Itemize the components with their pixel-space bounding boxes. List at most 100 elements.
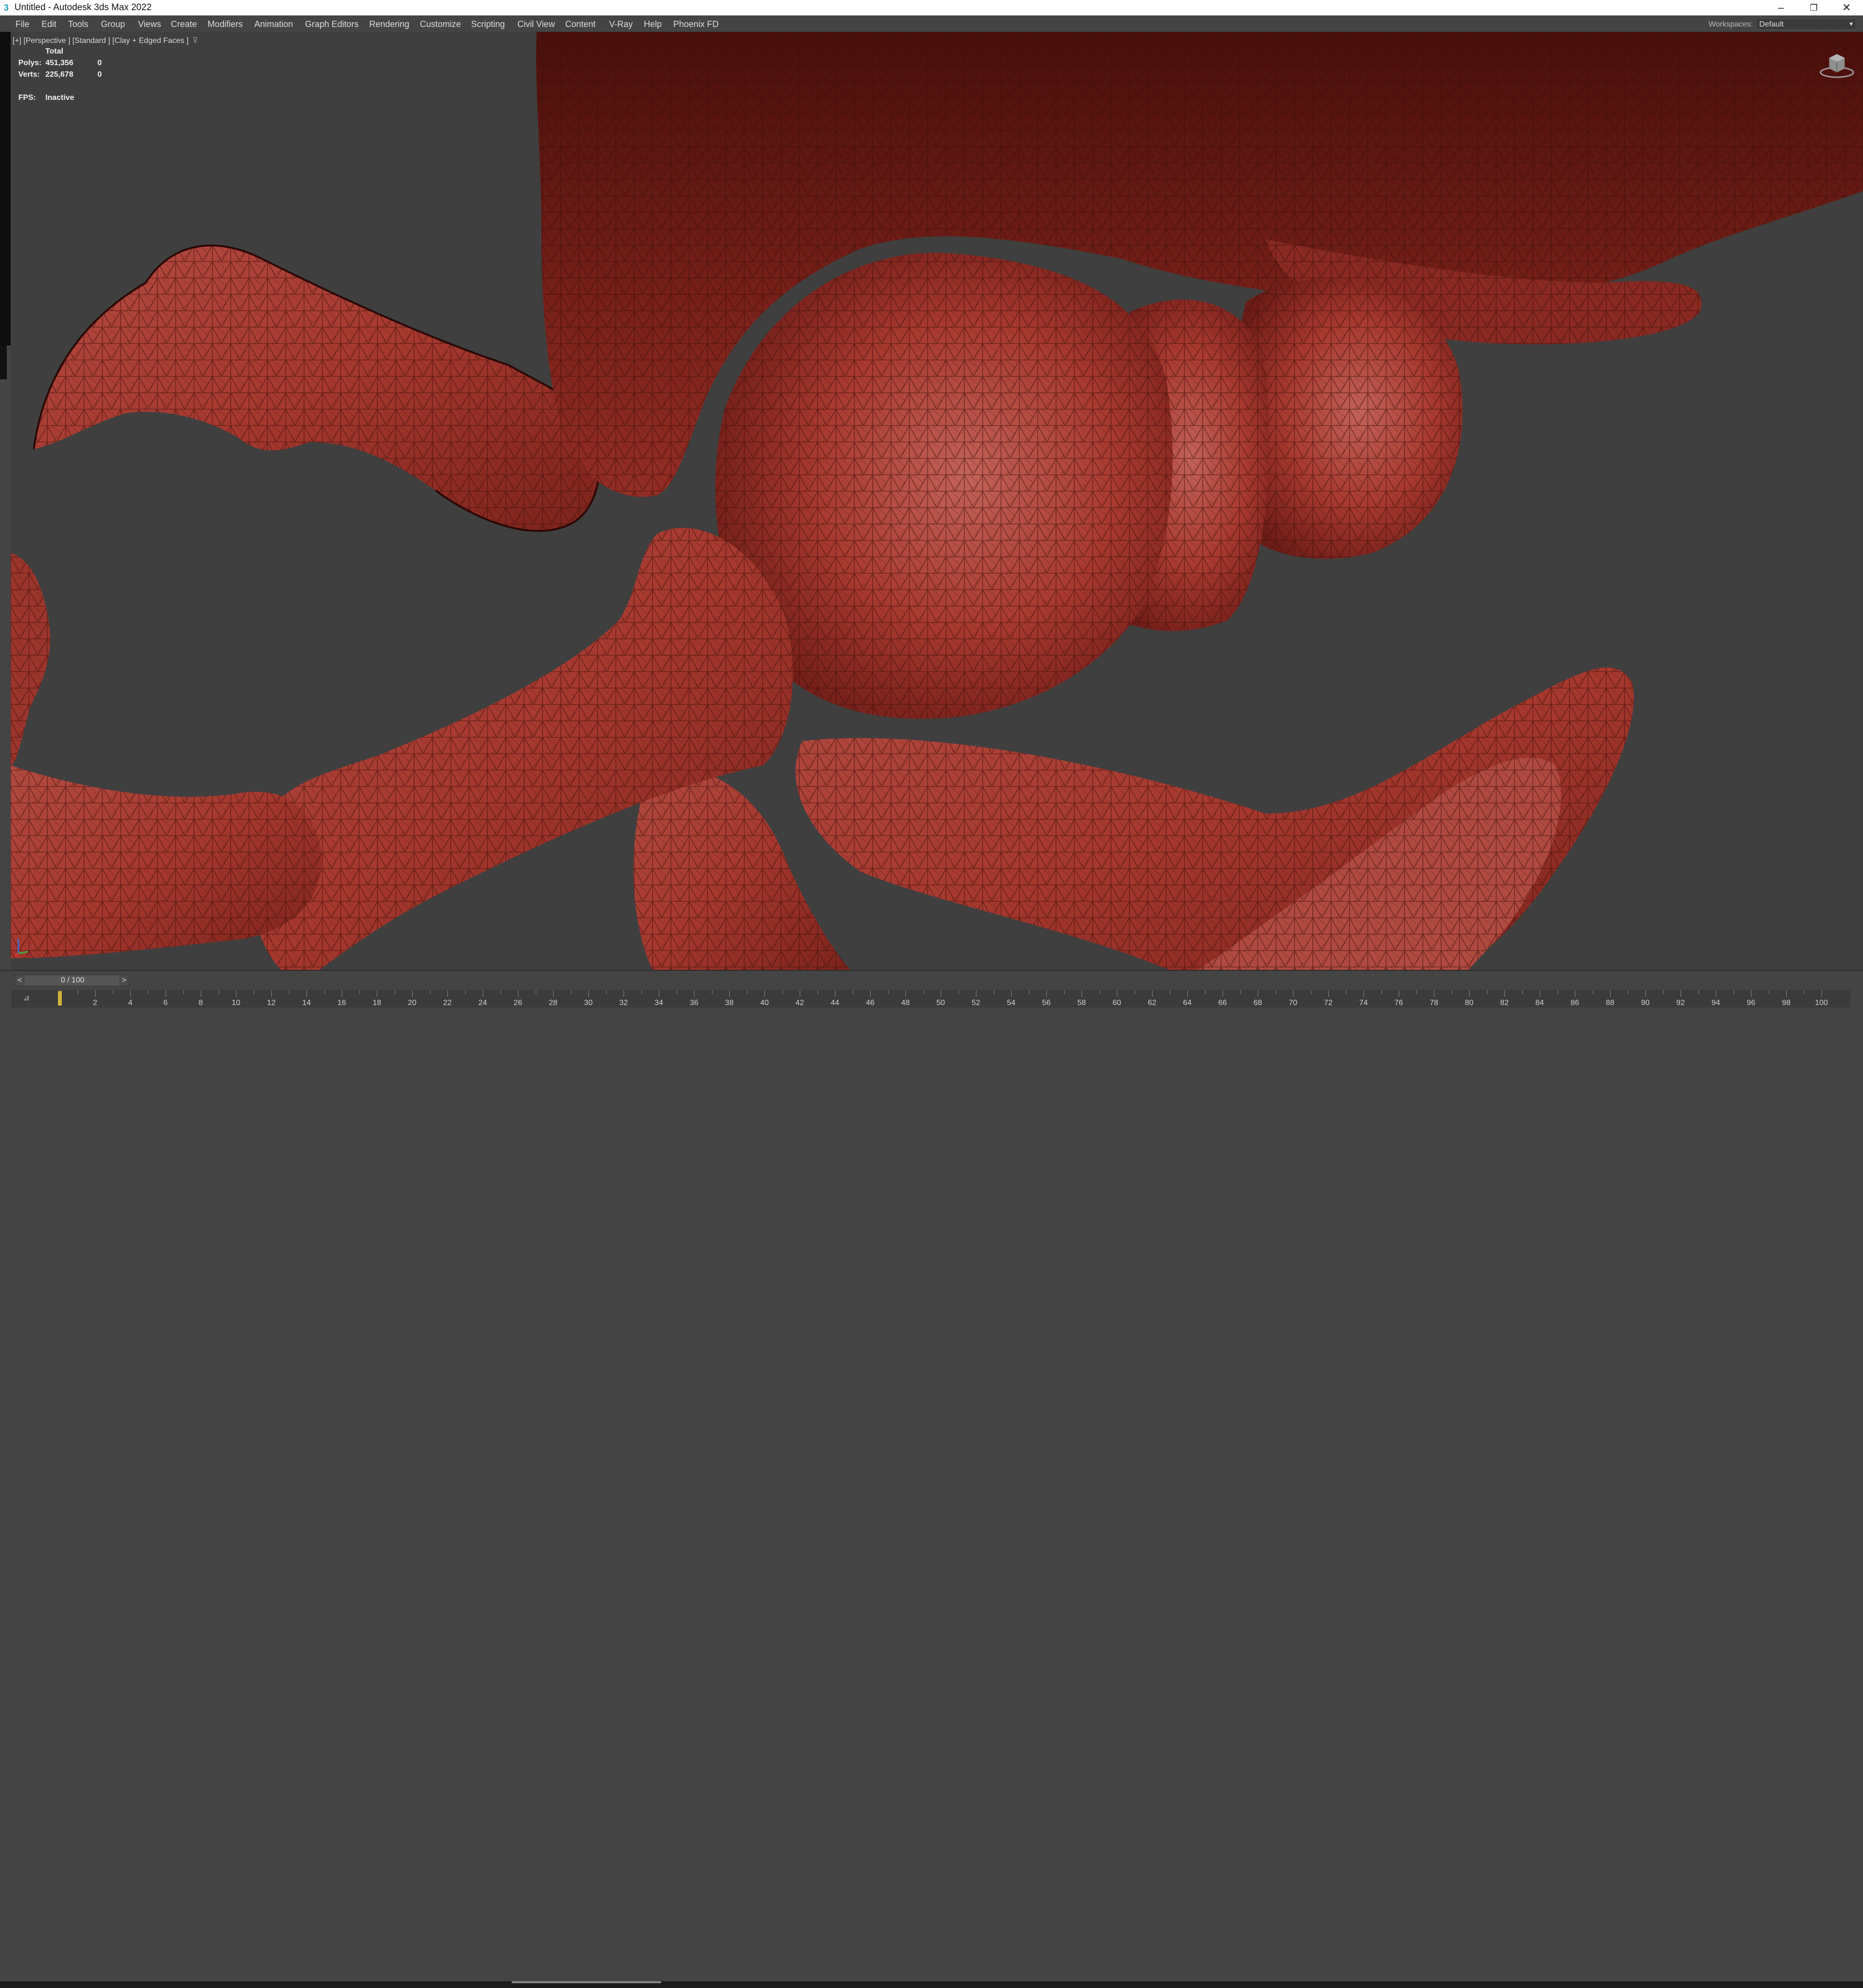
left-dark-panel [0,32,11,345]
tick-label: 74 [1359,999,1368,1007]
perspective-viewport[interactable]: [+] [Perspective ] [Standard ] [Clay + E… [11,32,1863,970]
tick-label: 42 [795,999,804,1007]
polys-total: 451,356 [45,59,73,67]
tick-mark [1786,990,1787,997]
menu-phoenix-fd[interactable]: Phoenix FD [673,19,719,29]
tick-mark-minor [1099,990,1100,994]
verts-total: 225,678 [45,70,73,79]
next-frame-button[interactable]: > [119,975,129,986]
viewport-label[interactable]: [+] [Perspective ] [Standard ] [Clay + E… [13,36,198,45]
menu-group[interactable]: Group [101,19,125,29]
tick-label: 84 [1535,999,1544,1007]
mesh-scene [11,32,1863,970]
tick-mark-minor [465,990,466,994]
tick-mark [1046,990,1047,997]
menu-create[interactable]: Create [171,19,197,29]
current-frame-marker[interactable] [58,991,62,1006]
tick-label: 68 [1253,999,1262,1007]
tick-label: 52 [972,999,980,1007]
close-button[interactable]: ✕ [1830,0,1863,15]
tick-mark [905,990,906,997]
tick-label: 94 [1711,999,1720,1007]
tick-label: 80 [1465,999,1474,1007]
tick-label: 34 [654,999,663,1007]
tick-mark-minor [1487,990,1488,994]
tick-label: 18 [373,999,381,1007]
polys-label: Polys: [18,59,42,67]
track-bar[interactable]: ⊿ 02468101214161820222426283032343638404… [12,990,1850,1008]
tick-label: 24 [478,999,487,1007]
tick-label: 8 [198,999,203,1007]
tick-mark [1011,990,1012,997]
tick-mark-minor [641,990,642,994]
tick-mark-minor [1064,990,1065,994]
tick-label: 26 [514,999,522,1007]
tick-label: 78 [1430,999,1438,1007]
viewport-label-text[interactable]: [+] [Perspective ] [Standard ] [Clay + E… [13,37,189,45]
workspaces-label: Workspaces: [1708,20,1753,28]
tick-mark [95,990,96,997]
tick-mark [588,990,589,997]
menu-modifiers[interactable]: Modifiers [208,19,243,29]
tick-label: 56 [1042,999,1051,1007]
menu-customize[interactable]: Customize [420,19,461,29]
tick-mark [729,990,730,997]
viewcube-icon[interactable] [1818,49,1856,83]
tick-mark-minor [148,990,149,994]
tick-label: 54 [1007,999,1015,1007]
tick-label: 96 [1747,999,1755,1007]
menu-animation[interactable]: Animation [254,19,293,29]
menu-graph-editors[interactable]: Graph Editors [305,19,359,29]
tick-label: 44 [831,999,839,1007]
minimize-button[interactable]: – [1765,0,1797,15]
fps-value: Inactive [45,94,74,102]
tick-mark-minor [289,990,290,994]
menu-civil-view[interactable]: Civil View [517,19,555,29]
tick-label: 32 [619,999,628,1007]
tick-mark-minor [747,990,748,994]
track-bar-ticks: 0246810121416182022242628303234363840424… [12,990,1850,1008]
stats-header: Total [45,47,64,55]
menu-views[interactable]: Views [138,19,161,29]
title-bar: 3 Untitled - Autodesk 3ds Max 2022 – ❐ ✕ [0,0,1863,15]
tick-mark-minor [1663,990,1664,994]
menu-bar: File Edit Tools Group Views Create Modif… [0,15,1863,32]
menu-vray[interactable]: V-Ray [609,19,633,29]
tick-label: 36 [690,999,698,1007]
tick-mark [1152,990,1153,997]
menu-content[interactable]: Content [565,19,596,29]
menu-tools[interactable]: Tools [68,19,88,29]
timeline-area: < 0 / 100 > ⊿ 02468101214161820222426283… [0,970,1863,1988]
tick-label: 30 [584,999,593,1007]
tick-label: 38 [725,999,734,1007]
tick-label: 50 [936,999,945,1007]
tick-label: 28 [549,999,557,1007]
tick-mark-minor [430,990,431,994]
menu-edit[interactable]: Edit [42,19,56,29]
polys-selected: 0 [97,59,102,67]
tick-mark-minor [923,990,924,994]
taskbar-indicator [512,1981,661,1983]
workspaces-dropdown[interactable]: Default ▾ [1756,18,1856,30]
tick-label: 20 [408,999,417,1007]
tick-mark [1751,990,1752,997]
tick-mark [694,990,695,997]
prev-frame-button[interactable]: < [15,975,25,986]
axis-tripod-icon [14,939,28,957]
menu-scripting[interactable]: Scripting [471,19,505,29]
tick-label: 88 [1606,999,1614,1007]
menu-file[interactable]: File [15,19,29,29]
tick-mark-minor [782,990,783,994]
time-slider[interactable]: < 0 / 100 > [14,975,129,986]
menu-rendering[interactable]: Rendering [369,19,409,29]
fps-label: FPS: [18,94,36,102]
tick-label: 46 [866,999,875,1007]
menu-help[interactable]: Help [644,19,662,29]
filter-icon[interactable]: ⊽ [193,37,198,45]
left-panel-strip [0,32,11,970]
restore-button[interactable]: ❐ [1797,0,1830,15]
tick-label: 4 [128,999,133,1007]
tick-mark [1328,990,1329,997]
tick-mark-minor [1698,990,1699,994]
tick-mark-minor [606,990,607,994]
